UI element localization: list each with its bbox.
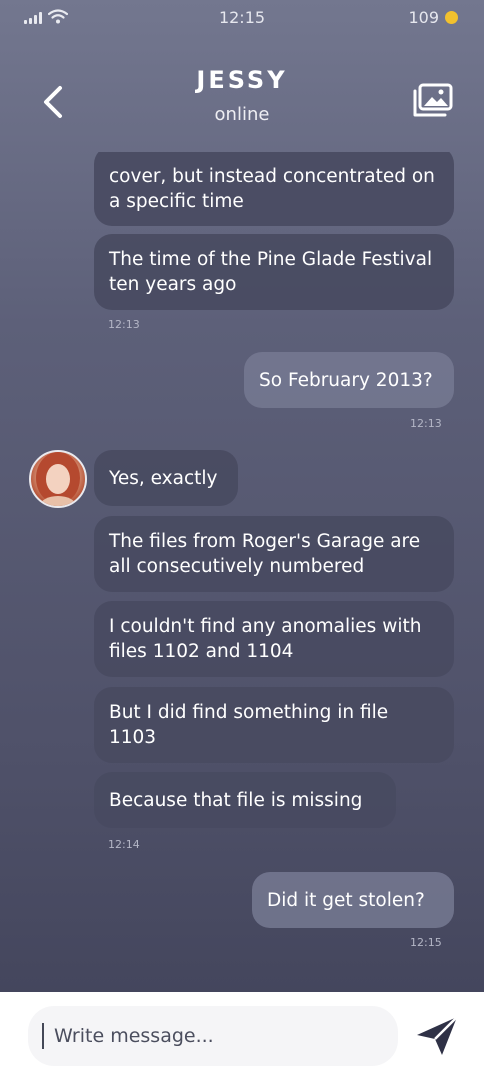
text-caret xyxy=(42,1023,44,1049)
message-input-placeholder: Write message... xyxy=(54,1025,214,1047)
send-icon[interactable] xyxy=(414,1014,460,1058)
message-bubble[interactable]: Because that file is missing xyxy=(94,772,396,828)
message-bubble[interactable]: The time of the Pine Glade Festival ten … xyxy=(94,234,454,310)
message-bubble[interactable]: The files from Roger's Garage are all co… xyxy=(94,516,454,592)
status-bar: 12:15 109 xyxy=(0,0,484,36)
message-list[interactable]: cover, but instead concentrated on a spe… xyxy=(0,152,484,992)
message-text: Because that file is missing xyxy=(109,789,363,811)
message-text: The time of the Pine Glade Festival ten … xyxy=(109,249,433,295)
message-text: I couldn't find any anomalies with files… xyxy=(109,616,422,662)
message-bubble[interactable]: Yes, exactly xyxy=(94,450,238,506)
message-bubble[interactable]: So February 2013? xyxy=(244,352,454,408)
message-text: The files from Roger's Garage are all co… xyxy=(109,531,421,577)
message-bubble[interactable]: Did it get stolen? xyxy=(252,872,454,928)
message-input[interactable]: Write message... xyxy=(28,1006,398,1066)
avatar-portrait xyxy=(36,452,80,506)
message-text: But I did find something in file 1103 xyxy=(109,702,389,748)
message-timestamp: 12:13 xyxy=(410,417,442,430)
message-timestamp: 12:14 xyxy=(108,838,140,851)
battery-level: 109 xyxy=(408,8,439,27)
coin-icon xyxy=(445,11,458,24)
battery-indicator: 109 xyxy=(408,8,458,27)
gallery-icon[interactable] xyxy=(412,82,454,120)
message-text: cover, but instead concentrated on a spe… xyxy=(109,166,435,212)
message-text: Yes, exactly xyxy=(109,467,218,489)
message-bubble[interactable]: But I did find something in file 1103 xyxy=(94,687,454,763)
composer: Write message... xyxy=(0,992,484,1080)
message-timestamp: 12:13 xyxy=(108,318,140,331)
contact-avatar[interactable] xyxy=(29,450,87,508)
message-text: Did it get stolen? xyxy=(267,889,425,911)
message-bubble[interactable]: I couldn't find any anomalies with files… xyxy=(94,601,454,677)
message-bubble[interactable]: cover, but instead concentrated on a spe… xyxy=(94,152,454,226)
chat-header: JESSY online xyxy=(0,36,484,152)
message-text: So February 2013? xyxy=(259,369,433,391)
message-timestamp: 12:15 xyxy=(410,936,442,949)
